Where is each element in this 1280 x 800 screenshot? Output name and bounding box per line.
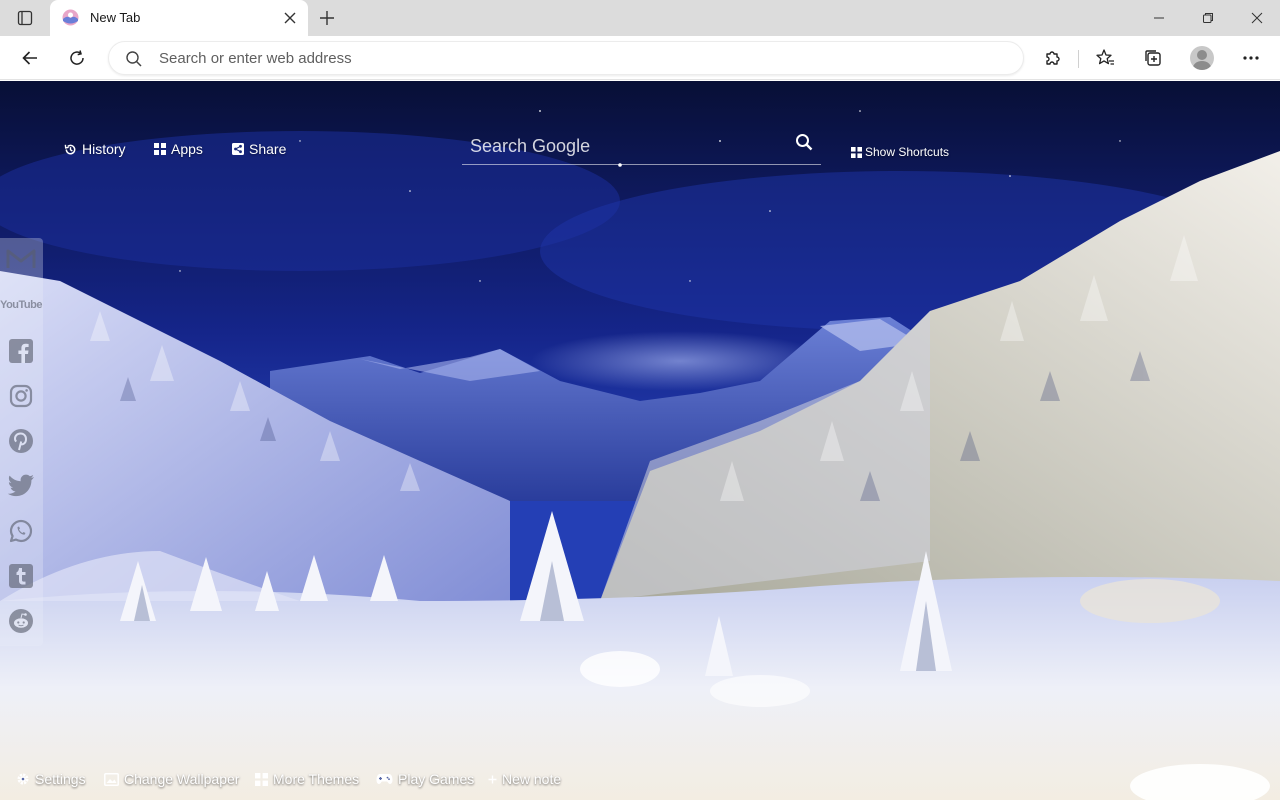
extensions-button[interactable] (1038, 44, 1068, 72)
tab-close-button[interactable] (280, 8, 300, 28)
tumblr-icon (9, 564, 33, 588)
social-gmail[interactable] (4, 242, 38, 276)
tab-title: New Tab (90, 10, 141, 25)
star-list-icon (1096, 49, 1114, 65)
gamepad-icon (376, 774, 393, 784)
whatsapp-icon (9, 519, 33, 543)
profile-button[interactable] (1187, 44, 1217, 72)
social-instagram[interactable] (4, 379, 38, 413)
social-tumblr[interactable] (4, 559, 38, 593)
social-sidebar: YouTube (0, 238, 43, 646)
new-tab-page: History Apps Share Show Shortcuts YouTub… (0, 81, 1280, 800)
settings-button[interactable]: Settings (16, 771, 86, 787)
minimize-icon (1154, 17, 1164, 19)
facebook-icon (9, 339, 33, 363)
address-input[interactable] (159, 46, 999, 70)
google-search-input[interactable] (470, 133, 780, 159)
share-link[interactable]: Share (232, 141, 286, 157)
tab-actions-menu-button[interactable] (12, 6, 38, 30)
pinterest-icon (9, 429, 33, 453)
avatar (1190, 46, 1214, 70)
collections-icon (1145, 50, 1161, 66)
tab-strip: New Tab (0, 0, 1280, 36)
tab-favicon-icon (62, 9, 79, 26)
collections-button[interactable] (1138, 44, 1168, 72)
new-note-button[interactable]: New note (488, 771, 561, 787)
grid-icon (851, 146, 862, 158)
share-label: Share (249, 141, 287, 157)
browser-toolbar (0, 36, 1280, 80)
more-themes-label: More Themes (273, 771, 360, 787)
close-icon (1251, 12, 1263, 24)
play-games-label: Play Games (398, 771, 475, 787)
google-search-button[interactable] (793, 131, 815, 153)
twitter-icon (7, 474, 35, 497)
search-icon (126, 51, 142, 67)
restore-button[interactable] (1185, 0, 1231, 36)
show-shortcuts-button[interactable]: Show Shortcuts (851, 145, 949, 159)
social-pinterest[interactable] (4, 424, 38, 458)
history-link[interactable]: History (64, 141, 126, 157)
more-themes-button[interactable]: More Themes (255, 771, 359, 787)
history-icon (64, 144, 76, 154)
puzzle-icon (1046, 51, 1060, 65)
tab-actions-icon (17, 10, 33, 26)
change-wallpaper-button[interactable]: Change Wallpaper (104, 771, 239, 787)
more-menu-button[interactable] (1236, 44, 1266, 72)
toolbar-divider (1078, 50, 1079, 68)
apps-grid-icon (154, 143, 166, 155)
plus-icon (488, 775, 497, 783)
themes-icon (255, 772, 268, 786)
new-tab-button[interactable] (314, 6, 340, 30)
back-button[interactable] (15, 44, 45, 72)
social-whatsapp[interactable] (4, 514, 38, 548)
apps-label: Apps (171, 141, 203, 157)
favorites-button[interactable] (1090, 44, 1120, 72)
social-reddit[interactable] (4, 604, 38, 638)
social-facebook[interactable] (4, 334, 38, 368)
instagram-icon (9, 384, 33, 408)
history-label: History (82, 141, 126, 157)
minimize-button[interactable] (1136, 0, 1182, 36)
reload-button[interactable] (62, 44, 92, 72)
wallpaper-icon (104, 772, 119, 786)
gmail-icon (6, 249, 36, 268)
share-icon (232, 143, 244, 155)
gear-icon (17, 773, 29, 785)
restore-icon (1203, 13, 1213, 23)
settings-label: Settings (35, 771, 86, 787)
plus-icon (320, 11, 334, 25)
new-note-label: New note (502, 771, 562, 787)
search-icon (796, 134, 813, 151)
active-tab[interactable]: New Tab (50, 0, 308, 36)
change-wallpaper-label: Change Wallpaper (124, 771, 240, 787)
play-games-button[interactable]: Play Games (376, 771, 474, 787)
close-icon (284, 12, 296, 24)
apps-link[interactable]: Apps (154, 141, 203, 157)
arrow-left-icon (22, 51, 37, 65)
youtube-icon: YouTube (0, 299, 42, 311)
social-youtube[interactable]: YouTube (0, 288, 42, 322)
google-search-box (462, 127, 821, 165)
social-twitter[interactable] (4, 469, 38, 503)
address-bar[interactable] (108, 41, 1024, 75)
reload-icon (70, 50, 84, 65)
reddit-icon (9, 609, 33, 633)
window-close-button[interactable] (1234, 0, 1280, 36)
bottom-bar: Settings Change Wallpaper More Themes Pl… (0, 767, 1280, 795)
winter-wallpaper (0, 81, 1280, 800)
more-horizontal-icon (1243, 56, 1259, 60)
show-shortcuts-label: Show Shortcuts (865, 145, 950, 159)
